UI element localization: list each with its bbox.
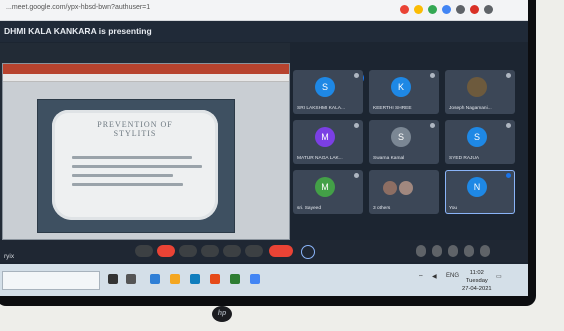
participant-avatar: S — [391, 127, 411, 147]
participant-tile[interactable]: S SYED RAJUA — [445, 120, 515, 164]
meeting-time-code: ryix — [4, 253, 15, 260]
extension-icon[interactable] — [400, 5, 409, 14]
extension-icon[interactable] — [456, 5, 465, 14]
extension-icon[interactable] — [428, 5, 437, 14]
mic-off-icon — [430, 73, 435, 78]
participant-name: SYED RAJUA — [449, 156, 480, 161]
info-icon[interactable] — [416, 245, 426, 257]
clock-day: Tuesday — [465, 278, 488, 284]
participant-name: MATUR NAGA LAK... — [297, 156, 343, 161]
task-view-icon[interactable] — [126, 274, 136, 284]
store-icon[interactable] — [190, 274, 200, 284]
powerpoint-window: PREVENTION OF STYLITIS — [2, 63, 290, 240]
slide-bullet — [72, 183, 183, 186]
activities-panel-icon[interactable] — [464, 245, 474, 257]
powerpoint-ribbon — [3, 74, 289, 82]
captions-icon[interactable] — [179, 245, 197, 257]
participant-name: Swarna Kamal — [373, 156, 405, 161]
hp-logo: hp — [212, 306, 232, 322]
others-avatar — [383, 181, 397, 195]
taskbar-search-box[interactable] — [2, 271, 100, 290]
mic-off-icon — [506, 73, 511, 78]
presentation-slide: PREVENTION OF STYLITIS — [37, 99, 235, 233]
participant-name: sri. Sayeed — [297, 206, 321, 211]
mic-icon[interactable] — [135, 245, 153, 257]
slide-ornate-frame: PREVENTION OF STYLITIS — [52, 110, 218, 220]
extension-icon[interactable] — [442, 5, 451, 14]
participant-tile[interactable]: Joseph Nagamani... — [445, 70, 515, 114]
taskbar-clock[interactable]: 11:02 Tuesday 27-04-2021 — [462, 269, 492, 293]
app-icon[interactable] — [230, 274, 240, 284]
laptop-screen: ...meet.google.com/ypx-hbsd-bwn?authuser… — [0, 0, 528, 296]
mic-off-icon — [354, 173, 359, 178]
others-avatar — [399, 181, 413, 195]
search-icon[interactable] — [108, 274, 118, 284]
participant-tile[interactable]: S SRI LAKSHMI KALA... — [293, 70, 363, 114]
participant-tile[interactable]: S Swarna Kamal — [369, 120, 439, 164]
camera-off-icon[interactable] — [157, 245, 175, 257]
mic-off-icon — [506, 123, 511, 128]
participant-grid: S SRI LAKSHMI KALA... K KEERTHI SHREE Jo… — [293, 70, 528, 238]
mic-off-icon — [430, 123, 435, 128]
presenter-banner-text: DHMI KALA KANKARA is presenting — [4, 26, 152, 36]
participant-avatar: M — [315, 177, 335, 197]
notifications-icon[interactable]: ▭ — [496, 273, 502, 280]
participant-name: Joseph Nagamani... — [449, 106, 492, 111]
participant-name: SRI LAKSHMI KALA... — [297, 106, 345, 111]
windows-taskbar: ⌔ ◀ ENG 11:02 Tuesday 27-04-2021 ▭ — [0, 264, 528, 296]
edge-icon[interactable] — [150, 274, 160, 284]
language-indicator[interactable]: ENG — [446, 273, 459, 279]
self-avatar: N — [467, 177, 487, 197]
participant-tile[interactable]: M sri. Sayeed — [293, 170, 363, 214]
presenter-banner: DHMI KALA KANKARA is presenting — [0, 21, 528, 42]
participant-avatar: S — [467, 127, 487, 147]
security-icon[interactable] — [480, 245, 490, 257]
url-text[interactable]: ...meet.google.com/ypx-hbsd-bwn?authuser… — [6, 4, 150, 11]
browser-address-bar[interactable]: ...meet.google.com/ypx-hbsd-bwn?authuser… — [0, 0, 528, 21]
slide-bullet — [72, 156, 192, 159]
participant-name: KEERTHI SHREE — [373, 106, 412, 111]
participant-avatar: K — [391, 77, 411, 97]
others-tile[interactable]: 3 others — [369, 170, 439, 214]
slide-bullet — [72, 174, 174, 177]
photo-of-laptop: ...meet.google.com/ypx-hbsd-bwn?authuser… — [0, 0, 564, 331]
raise-hand-icon[interactable] — [201, 245, 219, 257]
present-icon[interactable] — [223, 245, 241, 257]
slide-title: PREVENTION OF STYLITIS — [52, 120, 218, 138]
profile-avatar-icon[interactable] — [470, 5, 479, 14]
self-tile[interactable]: N You — [445, 170, 515, 214]
speaking-indicator-icon — [506, 173, 511, 178]
shared-screen-area: PREVENTION OF STYLITIS — [0, 43, 290, 240]
chrome-icon[interactable] — [250, 274, 260, 284]
office-icon[interactable] — [210, 274, 220, 284]
activities-icon[interactable] — [301, 245, 315, 259]
clock-time: 11:02 — [469, 270, 484, 276]
slide-bullet — [72, 165, 202, 168]
others-count-label: 3 others — [373, 206, 391, 211]
menu-icon[interactable] — [484, 5, 493, 14]
wifi-icon[interactable]: ⌔ — [418, 273, 424, 281]
clock-date: 27-04-2021 — [462, 286, 492, 292]
participant-tile[interactable]: M MATUR NAGA LAK... — [293, 120, 363, 164]
leave-call-icon[interactable] — [269, 245, 293, 257]
powerpoint-title-bar — [3, 64, 289, 74]
participant-avatar: M — [315, 127, 335, 147]
self-name: You — [449, 206, 458, 211]
mic-off-icon — [354, 123, 359, 128]
people-icon[interactable] — [432, 245, 442, 257]
chat-icon[interactable] — [448, 245, 458, 257]
meeting-controls-bar: ryix — [0, 240, 528, 262]
participant-avatar: S — [315, 77, 335, 97]
more-icon[interactable] — [245, 245, 263, 257]
participant-tile[interactable]: K KEERTHI SHREE — [369, 70, 439, 114]
slide-title-text: PREVENTION OF STYLITIS — [97, 120, 173, 138]
extension-icon[interactable] — [414, 5, 423, 14]
slide-bullet-list — [72, 150, 202, 192]
mic-off-icon — [354, 73, 359, 78]
participant-photo-avatar — [467, 77, 487, 97]
volume-icon[interactable]: ◀ — [432, 273, 437, 280]
file-explorer-icon[interactable] — [170, 274, 180, 284]
